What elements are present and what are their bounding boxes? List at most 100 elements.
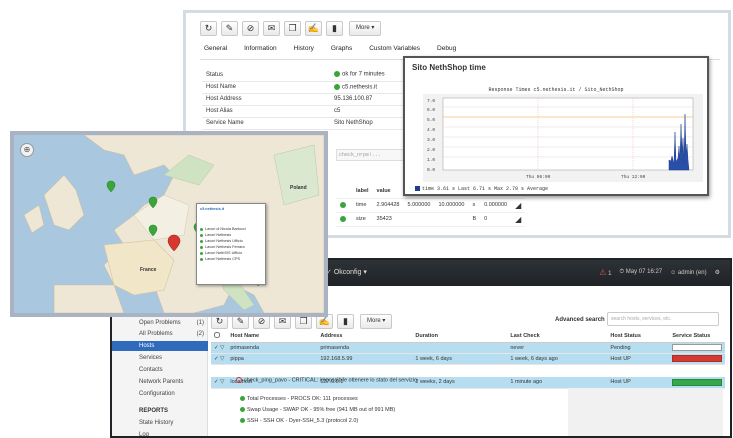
perf-min: 0.000000	[484, 202, 508, 208]
gear-icon[interactable]: ⚙	[715, 269, 720, 276]
sidebar-item-hosts[interactable]: Hosts	[112, 341, 208, 351]
host-last-check: 1 minute ago	[507, 377, 608, 389]
list-item[interactable]: Lavori Nethesis CPS	[200, 257, 262, 263]
status-ok-icon	[340, 201, 346, 208]
europe-map[interactable]	[14, 135, 324, 313]
status-ok-icon	[200, 233, 203, 237]
host-duration: 1 week, 6 days	[412, 353, 508, 365]
host-name-link[interactable]: c5.nethesis.it	[342, 84, 377, 90]
y-tick: 4.0	[427, 127, 435, 133]
search-input[interactable]: search hosts, services, etc.	[607, 312, 719, 326]
sidebar-item-log[interactable]: Log	[112, 430, 208, 438]
sidebar-item-count: (2)	[196, 331, 204, 337]
service-text: Total Processes - PROCS OK: 111 processe…	[247, 396, 358, 402]
mail-icon[interactable]: ✉	[263, 21, 280, 36]
popup-host-link[interactable]: c5.nethesis.it	[200, 207, 262, 211]
col-last-check[interactable]: Last Check	[507, 330, 608, 343]
popup-item-text: Lavori di Nicola Bartocci	[205, 227, 246, 231]
host-name[interactable]: primasenda	[227, 342, 318, 354]
status-ok-icon	[200, 239, 203, 243]
user-menu[interactable]: ☺ admin (en)	[670, 270, 706, 276]
trash-icon[interactable]: ▮	[337, 314, 354, 329]
zoom-control-icon[interactable]: ⊕	[20, 143, 34, 157]
sidebar-item-configuration[interactable]: Configuration	[112, 389, 208, 399]
col-service-status[interactable]: Service Status	[669, 330, 725, 343]
alert-indicator[interactable]: ⚠ 1	[599, 268, 611, 277]
select-all-checkbox[interactable]	[214, 331, 220, 338]
perf-warn	[404, 212, 435, 226]
sidebar-item-label: Configuration	[139, 391, 175, 397]
sidebar-item-network-parents[interactable]: Network Parents	[112, 377, 208, 387]
perf-unit: B	[472, 216, 477, 222]
popup-title: Sito NethShop time	[412, 63, 486, 72]
trash-icon[interactable]: ▮	[326, 21, 343, 36]
service-list: Total Processes - PROCS OK: 111 processe…	[240, 396, 395, 429]
table-row[interactable]: ✓ ▽ primasenda primasenda never Pending	[211, 342, 725, 354]
host-duration: 2 weeks, 2 days	[412, 377, 508, 389]
tab-debug[interactable]: Debug	[437, 45, 456, 52]
tab-graphs[interactable]: Graphs	[331, 45, 352, 52]
tab-information[interactable]: Information	[244, 45, 277, 52]
row-expand-icon[interactable]: ✓ ▽	[211, 353, 228, 365]
x-tick: Thu 12:00	[621, 174, 646, 180]
host-address: 192.168.5.99	[317, 353, 413, 365]
list-item[interactable]: Total Processes - PROCS OK: 111 processe…	[240, 396, 395, 407]
x-tick: Thu 06:00	[526, 174, 551, 180]
copy-icon[interactable]: ❐	[284, 21, 301, 36]
sidebar-item-all-problems[interactable]: All Problems (2)	[112, 329, 208, 339]
y-tick: 2.0	[427, 147, 435, 153]
perf-crit: 10.000000	[438, 202, 465, 208]
info-label: Service Name	[202, 117, 330, 130]
col-host-status[interactable]: Host Status	[607, 330, 670, 343]
status-ok-icon	[340, 215, 346, 222]
map-window: ⊕ France Poland Italy c5.nethesis.it Lav…	[10, 131, 328, 317]
tab-custom-variables[interactable]: Custom Variables	[369, 45, 420, 52]
graph-icon[interactable]: ◢	[515, 215, 521, 224]
host-toolbar: ↻ ✎ ⊘ ✉ ❐ ✍ ▮ More ▾	[200, 21, 382, 36]
pencil-icon[interactable]: ✍	[305, 21, 322, 36]
sidebar-item-label: Log	[139, 432, 150, 438]
disable-icon[interactable]: ⊘	[242, 21, 259, 36]
sidebar-item-label: Contacts	[139, 367, 163, 373]
col-duration[interactable]: Duration	[412, 330, 508, 343]
host-address: primasenda	[317, 342, 413, 354]
graph-icon[interactable]: ◢	[515, 201, 521, 210]
list-item[interactable]: Swap Usage - SWAP OK - 95% free (941 MB …	[240, 407, 395, 418]
perf-warn: 5.000000	[407, 202, 431, 208]
perf-unit: s	[472, 202, 476, 208]
status-ok-icon	[334, 71, 340, 78]
host-last-check: never	[507, 342, 608, 354]
critical-service-line[interactable]: check_ping_pavo - CRITICAL: impossibile …	[236, 377, 417, 383]
warning-icon: ⚠	[599, 268, 607, 277]
table-row[interactable]: ✓ ▽ pippa 192.168.5.99 1 week, 6 days 1 …	[211, 353, 725, 365]
sidebar-item-state-history[interactable]: State History	[112, 418, 208, 428]
service-status	[669, 353, 725, 365]
status-ok-icon	[200, 245, 203, 249]
sidebar-item-open-problems[interactable]: Open Problems (1)	[112, 318, 208, 328]
tab-general[interactable]: General	[204, 45, 227, 52]
sidebar-item-services[interactable]: Services	[112, 353, 208, 363]
row-expand-icon[interactable]: ✓ ▽	[211, 377, 228, 389]
clock: ⏱ May 07 16:27	[619, 269, 663, 275]
perf-label: size	[356, 216, 366, 222]
brand-menu[interactable]: ✓ Okconfig ▾	[326, 268, 367, 276]
sidebar-item-contacts[interactable]: Contacts	[112, 365, 208, 375]
more-button[interactable]: More ▾	[349, 21, 382, 36]
advanced-search-link[interactable]: Advanced search	[555, 317, 605, 323]
sidebar-item-label: Network Parents	[139, 379, 184, 385]
more-label: More	[367, 318, 381, 324]
sidebar-item-label: State History	[139, 420, 174, 426]
more-label: More	[356, 25, 370, 31]
critical-text: check_ping_pavo - CRITICAL: impossibile …	[244, 377, 418, 384]
map-label-france: France	[140, 267, 157, 273]
tab-history[interactable]: History	[294, 45, 314, 52]
refresh-icon[interactable]: ↻	[200, 21, 217, 36]
col-address[interactable]: Address	[317, 330, 413, 343]
col-host-name[interactable]: Host Name	[227, 330, 318, 343]
list-item[interactable]: SSH - SSH OK - Dyer-SSH_5.3 (protocol 2.…	[240, 418, 395, 429]
row-expand-icon[interactable]: ✓ ▽	[211, 342, 228, 354]
host-name[interactable]: pippa	[227, 353, 318, 365]
map-info-popup: c5.nethesis.it Lavori di Nicola Bartocci…	[196, 203, 266, 285]
edit-note-icon[interactable]: ✎	[221, 21, 238, 36]
more-button[interactable]: More ▾	[360, 314, 393, 329]
